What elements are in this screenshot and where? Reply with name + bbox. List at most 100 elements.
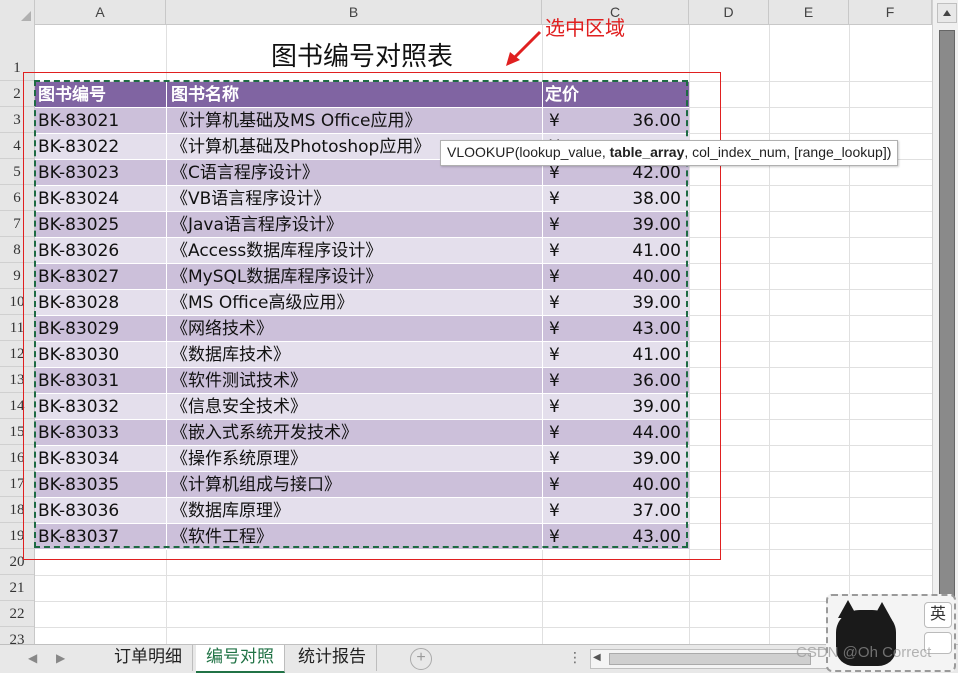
book-code-cell[interactable]: BK-83035 xyxy=(38,472,166,498)
row-header-5[interactable]: 5 xyxy=(0,159,34,185)
book-name-cell[interactable]: 《数据库技术》 xyxy=(171,342,543,368)
book-code-cell[interactable]: BK-83024 xyxy=(38,186,166,212)
row-header-7[interactable]: 7 xyxy=(0,211,34,237)
row-header-17[interactable]: 17 xyxy=(0,471,34,497)
book-code-cell[interactable]: BK-83021 xyxy=(38,108,166,134)
book-name-cell[interactable]: 《软件测试技术》 xyxy=(171,368,543,394)
row-header-6[interactable]: 6 xyxy=(0,185,34,211)
row-header-11[interactable]: 11 xyxy=(0,315,34,341)
row-header-10[interactable]: 10 xyxy=(0,289,34,315)
book-name-cell[interactable]: 《网络技术》 xyxy=(171,316,543,342)
triangle-right-icon[interactable]: ▶ xyxy=(56,651,65,665)
table-row: BK-83024 《VB语言程序设计》 ¥38.00 xyxy=(35,186,689,212)
column-header-f[interactable]: F xyxy=(849,0,932,24)
book-code-cell[interactable]: BK-83037 xyxy=(38,524,166,550)
column-header-a[interactable]: A xyxy=(35,0,166,24)
book-price-cell[interactable]: 43.00 xyxy=(575,316,681,342)
book-price-cell[interactable]: 41.00 xyxy=(575,238,681,264)
vertical-scrollbar[interactable] xyxy=(932,0,958,644)
book-name-cell[interactable]: 《Java语言程序设计》 xyxy=(171,212,543,238)
triangle-left-icon[interactable]: ◀ xyxy=(28,651,37,665)
book-code-cell[interactable]: BK-83025 xyxy=(38,212,166,238)
more-options-icon[interactable]: ⋮ xyxy=(568,649,582,666)
book-price-cell[interactable]: 39.00 xyxy=(575,290,681,316)
column-header-d[interactable]: D xyxy=(689,0,769,24)
book-name-cell[interactable]: 《嵌入式系统开发技术》 xyxy=(171,420,543,446)
table-row: BK-83031 《软件测试技术》 ¥36.00 xyxy=(35,368,689,394)
tab-code-lookup[interactable]: 编号对照 xyxy=(196,645,285,673)
column-header-e[interactable]: E xyxy=(769,0,849,24)
book-price-cell[interactable]: 44.00 xyxy=(575,420,681,446)
cell-border xyxy=(542,446,543,472)
row-header-14[interactable]: 14 xyxy=(0,393,34,419)
horizontal-scroll-thumb[interactable] xyxy=(609,653,811,665)
header-book-code[interactable]: 图书编号 xyxy=(38,82,166,108)
tab-order-details[interactable]: 订单明细 xyxy=(104,645,193,671)
row-header-9[interactable]: 9 xyxy=(0,263,34,289)
tab-statistics-report[interactable]: 统计报告 xyxy=(288,645,377,671)
book-name-cell[interactable]: 《MS Office高级应用》 xyxy=(171,290,543,316)
chevron-left-icon[interactable]: ◀ xyxy=(593,652,601,663)
book-price-cell[interactable]: 40.00 xyxy=(575,264,681,290)
book-code-cell[interactable]: BK-83032 xyxy=(38,394,166,420)
row-header-8[interactable]: 8 xyxy=(0,237,34,263)
vertical-scroll-thumb[interactable] xyxy=(939,30,955,602)
book-name-cell[interactable]: 《计算机组成与接口》 xyxy=(171,472,543,498)
row-header-16[interactable]: 16 xyxy=(0,445,34,471)
book-code-cell[interactable]: BK-83028 xyxy=(38,290,166,316)
book-price-cell[interactable]: 36.00 xyxy=(575,108,681,134)
book-name-cell[interactable]: 《VB语言程序设计》 xyxy=(171,186,543,212)
book-code-cell[interactable]: BK-83033 xyxy=(38,420,166,446)
book-price-cell[interactable]: 36.00 xyxy=(575,368,681,394)
column-header-b[interactable]: B xyxy=(166,0,542,24)
currency-symbol: ¥ xyxy=(549,475,560,495)
book-price-cell[interactable]: 39.00 xyxy=(575,394,681,420)
row-header-4[interactable]: 4 xyxy=(0,133,34,159)
book-price-cell[interactable]: 39.00 xyxy=(575,446,681,472)
row-header-22[interactable]: 22 xyxy=(0,601,34,627)
column-header-bar: A B C D E F xyxy=(0,0,932,25)
book-name-cell[interactable]: 《信息安全技术》 xyxy=(171,394,543,420)
cell-border xyxy=(542,238,543,264)
book-code-cell[interactable]: BK-83034 xyxy=(38,446,166,472)
book-code-cell[interactable]: BK-83030 xyxy=(38,342,166,368)
select-all-corner[interactable] xyxy=(0,0,35,24)
row-header-2[interactable]: 2 xyxy=(0,81,34,107)
book-name-cell[interactable]: 《数据库原理》 xyxy=(171,498,543,524)
book-code-cell[interactable]: BK-83027 xyxy=(38,264,166,290)
book-code-cell[interactable]: BK-83036 xyxy=(38,498,166,524)
book-price-cell[interactable]: 38.00 xyxy=(575,186,681,212)
sheet-title[interactable]: 图书编号对照表 xyxy=(35,36,689,73)
row-header-1[interactable]: 1 xyxy=(0,55,34,81)
chevron-up-icon xyxy=(943,10,951,16)
row-header-21[interactable]: 21 xyxy=(0,575,34,601)
book-code-cell[interactable]: BK-83023 xyxy=(38,160,166,186)
book-price-cell[interactable]: 43.00 xyxy=(575,524,681,550)
book-name-cell[interactable]: 《MySQL数据库程序设计》 xyxy=(171,264,543,290)
row-header-19[interactable]: 19 xyxy=(0,523,34,549)
row-header-13[interactable]: 13 xyxy=(0,367,34,393)
book-price-cell[interactable]: 39.00 xyxy=(575,212,681,238)
book-price-cell[interactable]: 41.00 xyxy=(575,342,681,368)
book-code-cell[interactable]: BK-83029 xyxy=(38,316,166,342)
book-price-cell[interactable]: 40.00 xyxy=(575,472,681,498)
book-name-cell[interactable]: 《计算机基础及MS Office应用》 xyxy=(171,108,543,134)
book-code-cell[interactable]: BK-83031 xyxy=(38,368,166,394)
book-name-cell[interactable]: 《软件工程》 xyxy=(171,524,543,550)
plus-circle-icon[interactable]: + xyxy=(410,648,432,670)
ime-language-button[interactable]: 英 xyxy=(924,602,952,628)
book-code-cell[interactable]: BK-83026 xyxy=(38,238,166,264)
row-header-20[interactable]: 20 xyxy=(0,549,34,575)
header-price[interactable]: 定价 xyxy=(545,82,651,108)
row-header-3[interactable]: 3 xyxy=(0,107,34,133)
tooltip-bold-arg[interactable]: table_array xyxy=(610,144,685,160)
book-price-cell[interactable]: 37.00 xyxy=(575,498,681,524)
scroll-up-button[interactable] xyxy=(937,3,957,23)
row-header-15[interactable]: 15 xyxy=(0,419,34,445)
row-header-12[interactable]: 12 xyxy=(0,341,34,367)
row-header-18[interactable]: 18 xyxy=(0,497,34,523)
header-book-name[interactable]: 图书名称 xyxy=(171,82,543,108)
book-name-cell[interactable]: 《操作系统原理》 xyxy=(171,446,543,472)
book-name-cell[interactable]: 《Access数据库程序设计》 xyxy=(171,238,543,264)
book-code-cell[interactable]: BK-83022 xyxy=(38,134,166,160)
